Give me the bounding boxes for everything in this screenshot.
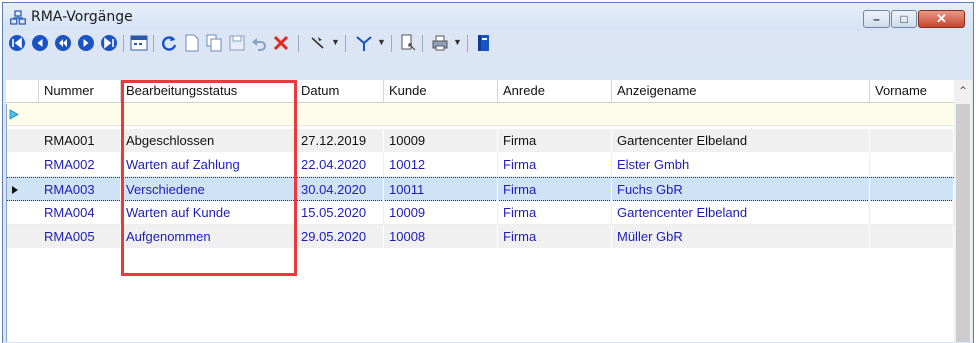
copy-icon[interactable]	[205, 34, 223, 52]
cell-kunde: 10011	[384, 178, 498, 201]
cell-anrede: Firma	[498, 225, 612, 248]
table-row[interactable]: RMA004 Warten auf Kunde 15.05.2020 10009…	[6, 201, 954, 225]
toolbar-separator	[467, 35, 468, 52]
current-row-icon	[12, 186, 18, 194]
cell-nummer: RMA001	[39, 129, 121, 152]
cell-anrede: Firma	[498, 129, 612, 152]
grid-left-border	[6, 104, 7, 342]
toolbar-separator	[298, 35, 299, 52]
print-icon[interactable]	[431, 34, 449, 52]
cell-nummer: RMA005	[39, 225, 121, 248]
undo-icon[interactable]	[250, 34, 268, 52]
column-header-datum[interactable]: Datum	[296, 80, 384, 102]
close-button[interactable]: ✕	[918, 10, 965, 28]
group-icon	[10, 10, 26, 25]
cell-status: Aufgenommen	[121, 225, 296, 248]
cell-status: Warten auf Zahlung	[121, 153, 296, 176]
previous-page-icon[interactable]	[31, 34, 49, 52]
toolbar-separator	[345, 35, 346, 52]
new-document-icon[interactable]	[183, 34, 201, 52]
cell-datum: 30.04.2020	[296, 178, 384, 201]
window-title: RMA-Vorgänge	[31, 9, 133, 25]
minimize-icon: –	[873, 12, 880, 26]
filter-icon[interactable]	[355, 34, 373, 52]
toolbar-separator	[123, 35, 124, 52]
cell-vorname	[870, 201, 954, 224]
delete-icon[interactable]	[272, 34, 290, 52]
cell-datum: 29.05.2020	[296, 225, 384, 248]
toolbar-separator	[153, 35, 154, 52]
export-icon[interactable]	[399, 34, 417, 52]
chevron-down-icon[interactable]: ▼	[453, 37, 462, 47]
book-icon[interactable]	[474, 34, 492, 52]
minimize-button[interactable]: –	[863, 10, 890, 28]
column-header-vorname[interactable]: Vorname	[870, 80, 954, 102]
first-record-icon[interactable]	[8, 34, 26, 52]
table-row[interactable]: RMA001 Abgeschlossen 27.12.2019 10009 Fi…	[6, 129, 954, 153]
refresh-icon[interactable]	[160, 34, 178, 52]
close-icon: ✕	[936, 11, 947, 26]
tools-dropdown-icon[interactable]	[309, 34, 327, 52]
cell-kunde: 10009	[384, 129, 498, 152]
cell-anzeigename: Gartencenter Elbeland	[612, 201, 870, 224]
cell-status: Verschiedene	[121, 178, 296, 201]
table-row[interactable]: RMA005 Aufgenommen 29.05.2020 10008 Firm…	[6, 225, 954, 249]
cell-vorname	[870, 153, 954, 176]
cell-anrede: Firma	[498, 153, 612, 176]
cell-vorname	[870, 129, 954, 152]
save-icon[interactable]	[228, 34, 246, 52]
cell-vorname	[870, 178, 954, 201]
cell-status: Warten auf Kunde	[121, 201, 296, 224]
cell-kunde: 10012	[384, 153, 498, 176]
cell-anrede: Firma	[498, 178, 612, 201]
chevron-down-icon[interactable]: ▼	[331, 37, 340, 47]
previous-record-icon[interactable]	[54, 34, 72, 52]
chevron-down-icon[interactable]: ▼	[377, 37, 386, 47]
calendar-icon[interactable]	[130, 34, 148, 52]
table-row[interactable]: RMA002 Warten auf Zahlung 22.04.2020 100…	[6, 153, 954, 177]
column-header-nummer[interactable]: Nummer	[39, 80, 121, 102]
cell-nummer: RMA002	[39, 153, 121, 176]
row-indicator-header	[6, 80, 39, 102]
vertical-scrollbar[interactable]: ⌃	[954, 80, 972, 342]
title-bar[interactable]: RMA-Vorgänge – □ ✕	[3, 3, 973, 33]
column-header-bearbeitungsstatus[interactable]: Bearbeitungsstatus	[121, 80, 296, 102]
grid-header: Nummer Bearbeitungsstatus Datum Kunde An…	[6, 80, 954, 103]
cell-vorname	[870, 225, 954, 248]
cell-anzeigename: Müller GbR	[612, 225, 870, 248]
toolbar-separator	[391, 35, 392, 52]
new-row[interactable]	[6, 103, 954, 126]
cell-anrede: Firma	[498, 201, 612, 224]
cell-datum: 27.12.2019	[296, 129, 384, 152]
column-header-anzeigename[interactable]: Anzeigename	[612, 80, 870, 102]
cell-anzeigename: Elster Gmbh	[612, 153, 870, 176]
cell-status: Abgeschlossen	[121, 129, 296, 152]
maximize-icon: □	[900, 12, 908, 26]
cell-anzeigename: Gartencenter Elbeland	[612, 129, 870, 152]
column-header-kunde[interactable]: Kunde	[384, 80, 498, 102]
cell-datum: 22.04.2020	[296, 153, 384, 176]
scroll-up-icon[interactable]: ⌃	[954, 82, 972, 100]
toolbar-separator	[422, 35, 423, 52]
column-header-anrede[interactable]: Anrede	[498, 80, 612, 102]
scrollbar-thumb[interactable]	[956, 104, 970, 342]
cell-kunde: 10008	[384, 225, 498, 248]
cell-nummer: RMA004	[39, 201, 121, 224]
table-row-selected[interactable]: RMA003 Verschiedene 30.04.2020 10011 Fir…	[6, 177, 954, 201]
new-row-arrow-icon	[9, 109, 19, 120]
cell-nummer: RMA003	[39, 178, 121, 201]
next-record-icon[interactable]	[77, 34, 95, 52]
toolbar: ▼ ▼ ▼	[6, 31, 970, 56]
last-record-icon[interactable]	[100, 34, 118, 52]
maximize-button[interactable]: □	[891, 10, 917, 28]
cell-kunde: 10009	[384, 201, 498, 224]
cell-datum: 15.05.2020	[296, 201, 384, 224]
cell-anzeigename: Fuchs GbR	[612, 178, 870, 201]
